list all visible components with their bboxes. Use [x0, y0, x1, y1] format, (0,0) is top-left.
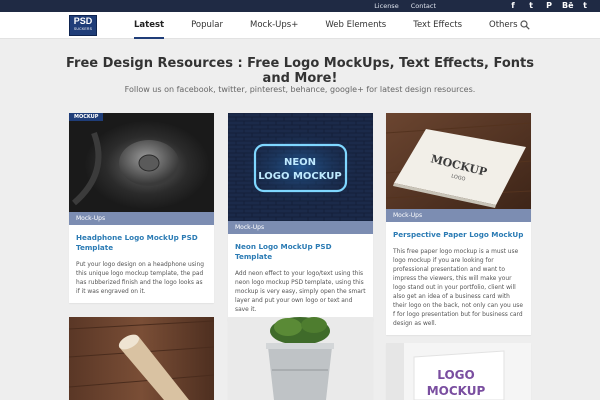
- headphone-image: [69, 113, 214, 212]
- page-title: Free Design Resources : Free Logo MockUp…: [66, 56, 534, 86]
- post-card-neon[interactable]: NEON LOGO MOCKUP Mock-Ups Neon Logo Mock…: [228, 113, 373, 321]
- category-label[interactable]: Mock-Ups: [386, 209, 531, 222]
- license-link[interactable]: License: [374, 2, 399, 10]
- nav-item-web-elements[interactable]: Web Elements: [325, 12, 386, 39]
- logo-text: PSD: [73, 16, 93, 26]
- category-label[interactable]: Mock-Ups: [69, 212, 214, 225]
- nav-item-others[interactable]: Others: [489, 12, 518, 39]
- post-thumbnail[interactable]: NEON LOGO MOCKUP: [228, 113, 373, 221]
- top-links: License Contact: [374, 0, 436, 12]
- tube-mockup-image: [69, 317, 214, 400]
- post-card-tube[interactable]: [69, 317, 214, 400]
- site-logo[interactable]: PSD SUCKERS: [69, 15, 97, 36]
- post-card-headphone[interactable]: MOCKUP Mock-Ups Headphone Logo MockUp PS…: [69, 113, 214, 303]
- wall-mockup-image: LOGO MOCKUP: [386, 343, 531, 400]
- neon-sign-image: NEON LOGO MOCKUP: [228, 113, 373, 221]
- nav-item-popular[interactable]: Popular: [191, 12, 223, 39]
- facebook-icon[interactable]: f: [508, 1, 518, 11]
- paper-card-image: MOCKUP LOGO: [386, 113, 531, 209]
- post-title[interactable]: Perspective Paper Logo MockUp: [386, 222, 531, 244]
- post-title[interactable]: Neon Logo MockUp PSD Template: [228, 234, 373, 266]
- logo-subtext: SUCKERS: [73, 27, 93, 31]
- post-excerpt: Add neon effect to your logo/text using …: [235, 271, 366, 313]
- post-title[interactable]: Headphone Logo MockUp PSD Template: [69, 225, 214, 257]
- nav-item-text-effects[interactable]: Text Effects: [413, 12, 462, 39]
- search-icon[interactable]: [520, 20, 530, 30]
- pinterest-icon[interactable]: P: [544, 1, 554, 11]
- nav-item-latest[interactable]: Latest: [134, 12, 165, 39]
- post-thumbnail[interactable]: MOCKUP: [69, 113, 214, 212]
- post-thumbnail[interactable]: MOCKUP LOGO: [386, 113, 531, 209]
- nav-item-mockups[interactable]: Mock-Ups+: [250, 12, 298, 39]
- social-links: f t P Bē t: [508, 1, 590, 11]
- nav-menu: Latest Popular Mock-Ups+ Web Elements Te…: [134, 12, 545, 39]
- bucket-mockup-image: [228, 317, 373, 400]
- post-excerpt: Put your logo design on a headphone usin…: [76, 262, 204, 295]
- page-subtitle: Follow us on facebook, twitter, pinteres…: [124, 85, 476, 94]
- post-card-bucket[interactable]: [228, 317, 373, 400]
- mockup-badge: MOCKUP: [69, 113, 104, 121]
- wall-text-line1: LOGO: [437, 368, 474, 382]
- contact-link[interactable]: Contact: [411, 2, 436, 10]
- post-excerpt: This free paper logo mockup is a must us…: [393, 249, 523, 327]
- wall-text-line2: MOCKUP: [427, 384, 486, 398]
- top-bar: License Contact f t P Bē t: [0, 0, 600, 12]
- tumblr-icon[interactable]: t: [580, 1, 590, 11]
- category-label[interactable]: Mock-Ups: [228, 221, 373, 234]
- main-nav: PSD SUCKERS Latest Popular Mock-Ups+ Web…: [0, 12, 600, 39]
- twitter-icon[interactable]: t: [526, 1, 536, 11]
- neon-text-line1: NEON: [284, 157, 316, 168]
- neon-text-line2: LOGO MOCKUP: [258, 171, 342, 182]
- behance-icon[interactable]: Bē: [562, 1, 574, 11]
- post-card-paper[interactable]: MOCKUP LOGO Mock-Ups Perspective Paper L…: [386, 113, 531, 335]
- post-card-wall[interactable]: LOGO MOCKUP: [386, 343, 531, 400]
